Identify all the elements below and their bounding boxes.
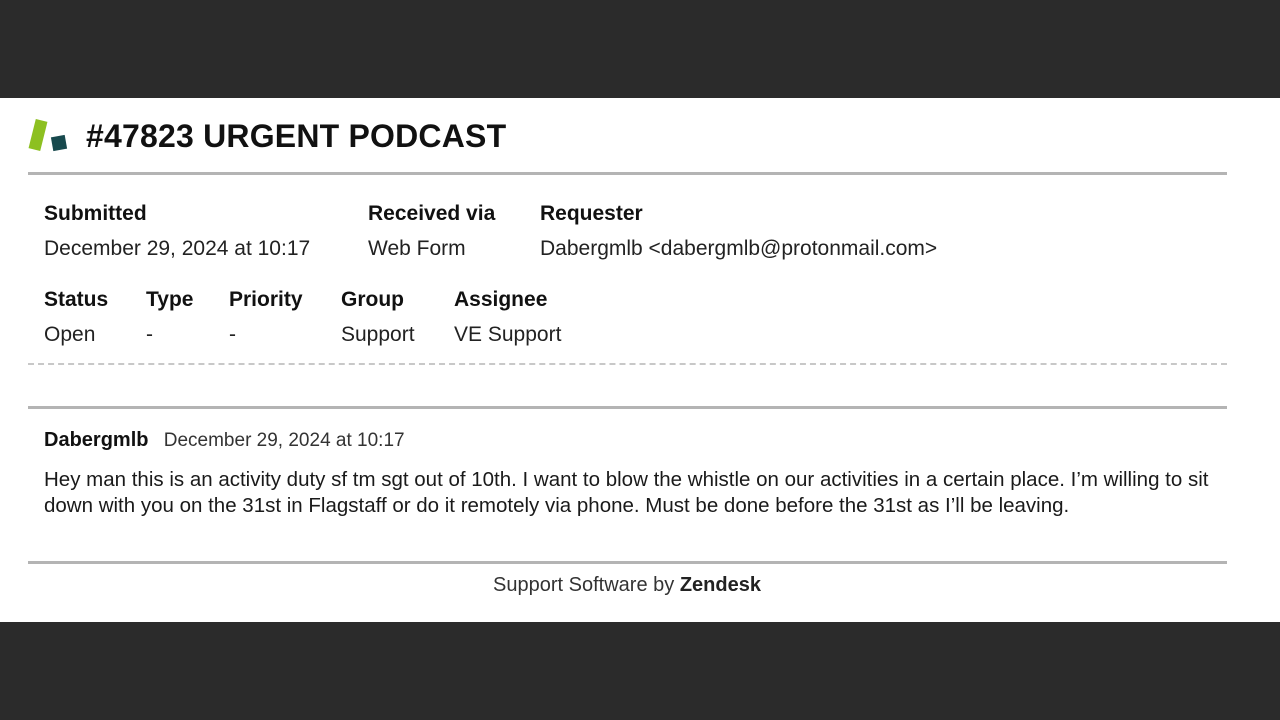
comment-date: December 29, 2024 at 10:17 [163, 430, 405, 451]
field-priority: Priority - [229, 288, 303, 347]
field-status: Status Open [44, 288, 108, 347]
ticket-title: #47823 URGENT PODCAST [86, 117, 507, 154]
field-assignee: Assignee VE Support [454, 288, 561, 347]
field-label: Received via [368, 202, 496, 225]
field-type: Type - [146, 288, 193, 347]
footer: Support Software by Zendesk [0, 574, 1254, 597]
field-value: - [229, 323, 236, 346]
field-label: Type [146, 288, 194, 311]
footer-divider [28, 561, 1227, 564]
footer-prefix: Support Software by [493, 574, 680, 596]
field-label: Status [44, 288, 109, 311]
header-divider [28, 172, 1227, 175]
ticket-header: #47823 URGENT PODCAST [28, 116, 506, 156]
field-label: Priority [229, 288, 303, 311]
comment-header: Dabergmlb December 29, 2024 at 10:17 [44, 429, 405, 452]
field-label: Assignee [454, 288, 548, 311]
comment-divider [28, 406, 1227, 409]
field-value: - [146, 323, 153, 346]
field-value: VE Support [454, 323, 562, 346]
field-received-via: Received via Web Form [368, 202, 495, 261]
field-value: Dabergmlb <dabergmlb@protonmail.com> [540, 237, 938, 260]
field-label: Requester [540, 202, 643, 225]
field-value: Web Form [368, 237, 466, 260]
comment-body: Hey man this is an activity duty sf tm s… [44, 468, 1209, 517]
field-group: Group Support [341, 288, 415, 347]
field-submitted: Submitted December 29, 2024 at 10:17 [44, 202, 310, 261]
ticket-page: #47823 URGENT PODCAST Submitted December… [0, 98, 1280, 622]
zendesk-logo-icon [28, 116, 72, 156]
footer-brand-link[interactable]: Zendesk [680, 574, 761, 596]
comment-author: Dabergmlb [44, 429, 149, 451]
field-requester: Requester Dabergmlb <dabergmlb@protonmai… [540, 202, 937, 261]
field-label: Group [341, 288, 404, 311]
field-value: December 29, 2024 at 10:17 [44, 237, 311, 260]
field-value: Open [44, 323, 96, 346]
field-value: Support [341, 323, 415, 346]
field-label: Submitted [44, 202, 147, 225]
fields-divider [28, 363, 1227, 365]
